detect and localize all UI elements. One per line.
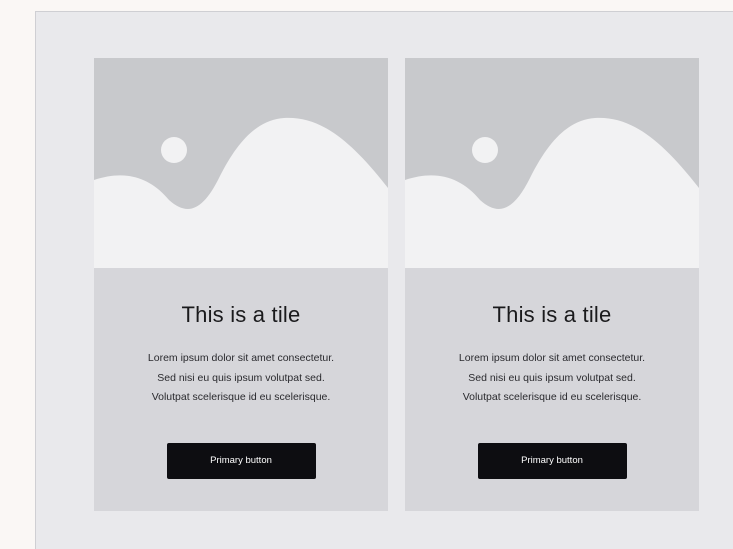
- tile-body: This is a tile Lorem ipsum dolor sit ame…: [94, 268, 388, 511]
- tile-description: Lorem ipsum dolor sit amet consectetur. …: [422, 349, 682, 408]
- tile-title: This is a tile: [181, 302, 301, 327]
- sun-icon: [472, 137, 498, 163]
- primary-button[interactable]: Primary button: [477, 442, 627, 479]
- image-placeholder-icon: [405, 58, 699, 268]
- tile-body: This is a tile Lorem ipsum dolor sit ame…: [405, 268, 699, 511]
- tile-card-1: This is a tile Lorem ipsum dolor sit ame…: [94, 58, 388, 511]
- description-line: Volutpat scelerisque id eu scelerisque.: [151, 391, 331, 403]
- primary-button[interactable]: Primary button: [166, 442, 316, 479]
- description-line: Lorem ipsum dolor sit amet consectetur.: [147, 352, 335, 364]
- description-line: Sed nisi eu quis ipsum volutpat sed.: [468, 371, 636, 384]
- sun-icon: [161, 137, 187, 163]
- image-placeholder-icon: [94, 58, 388, 268]
- tile-card-2: This is a tile Lorem ipsum dolor sit ame…: [405, 58, 699, 511]
- tile-title: This is a tile: [492, 302, 612, 327]
- description-line: Lorem ipsum dolor sit amet consectetur.: [458, 352, 646, 364]
- description-line: Sed nisi eu quis ipsum volutpat sed.: [157, 371, 325, 384]
- tile-description: Lorem ipsum dolor sit amet consectetur. …: [111, 349, 371, 408]
- description-line: Volutpat scelerisque id eu scelerisque.: [462, 391, 642, 403]
